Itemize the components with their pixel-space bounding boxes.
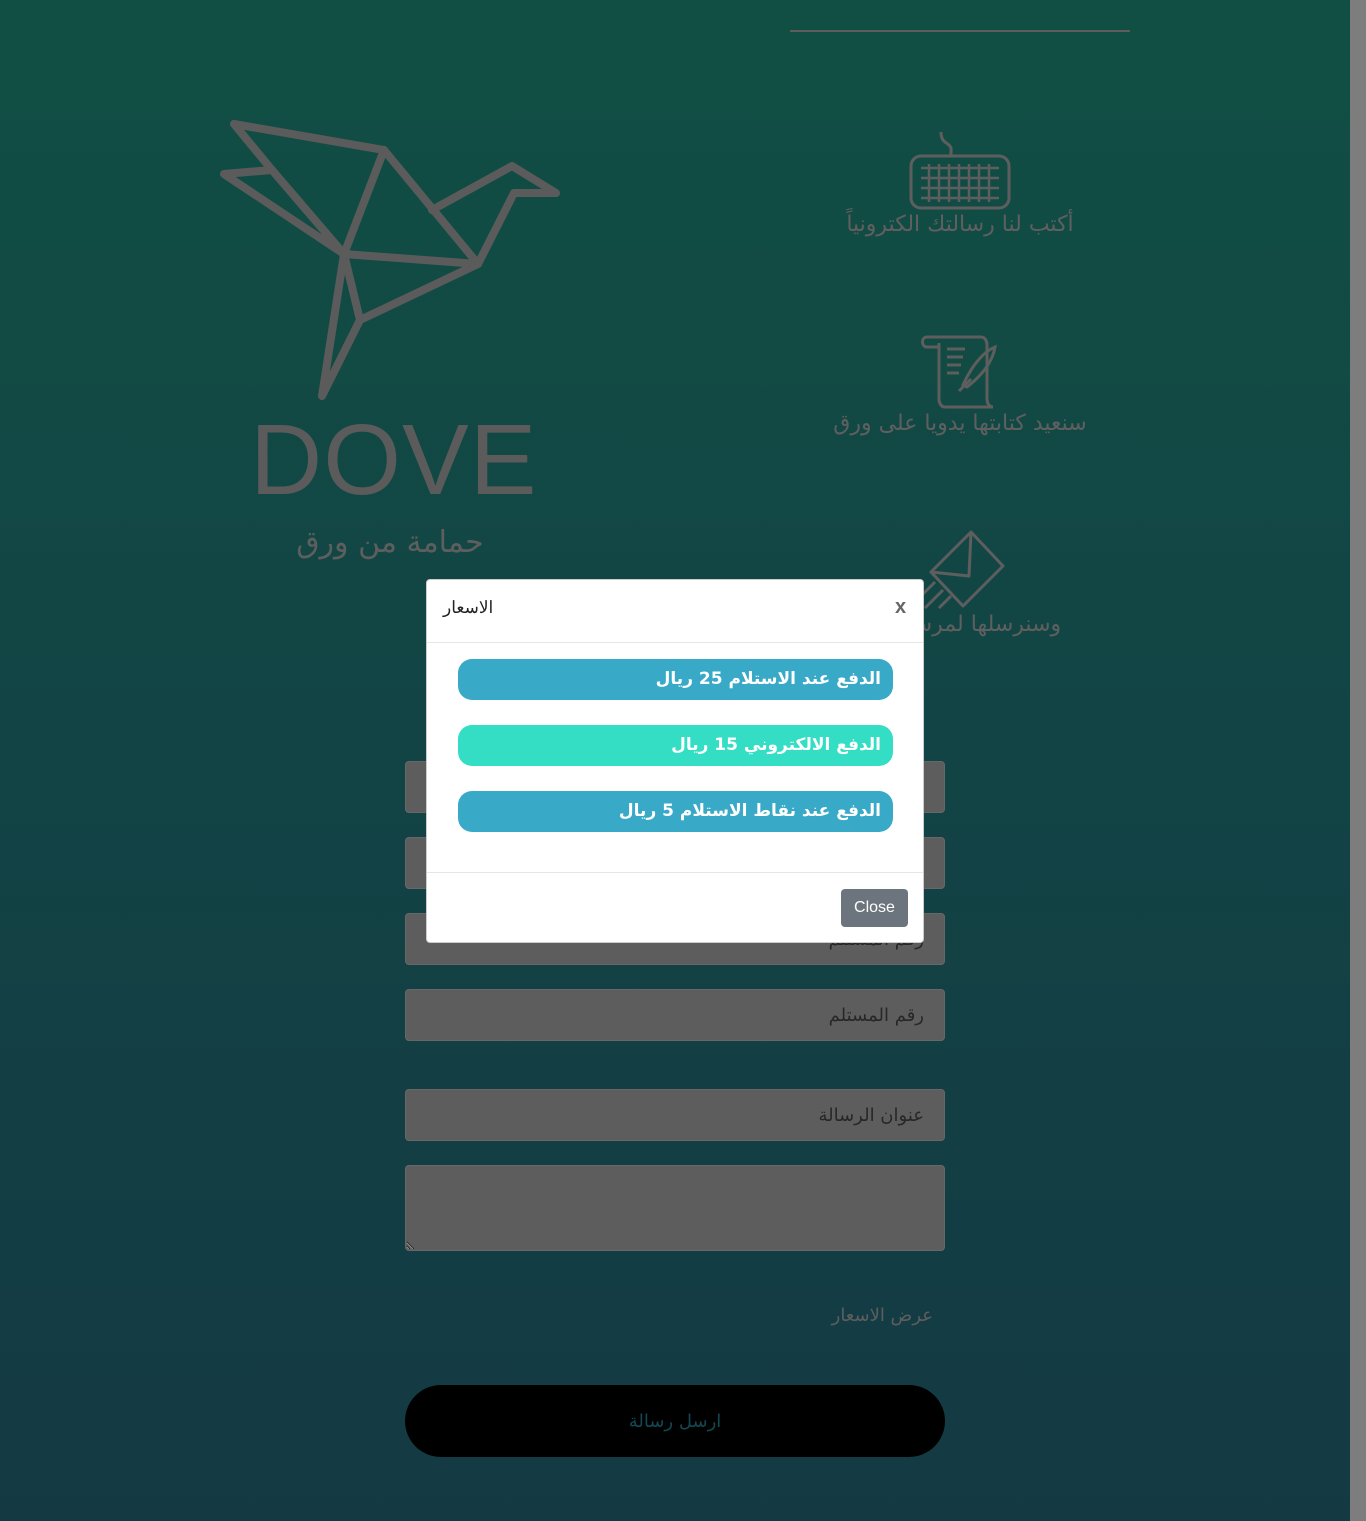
modal-close-x-button[interactable]: x bbox=[895, 596, 906, 619]
scrollbar[interactable] bbox=[1350, 0, 1366, 1521]
payment-option-online[interactable]: الدفع الالكتروني 15 ريال bbox=[458, 725, 893, 766]
modal-close-button[interactable]: Close bbox=[841, 889, 908, 927]
modal-title: الاسعار bbox=[443, 598, 494, 618]
modal-header: الاسعار x bbox=[427, 580, 923, 643]
prices-modal: الاسعار x الدفع عند الاستلام 25 ريال الد… bbox=[426, 579, 924, 943]
payment-option-pickup-point[interactable]: الدفع عند نقاط الاستلام 5 ريال bbox=[458, 791, 893, 832]
payment-option-cash-on-delivery[interactable]: الدفع عند الاستلام 25 ريال bbox=[458, 659, 893, 700]
modal-footer: Close bbox=[427, 872, 923, 943]
